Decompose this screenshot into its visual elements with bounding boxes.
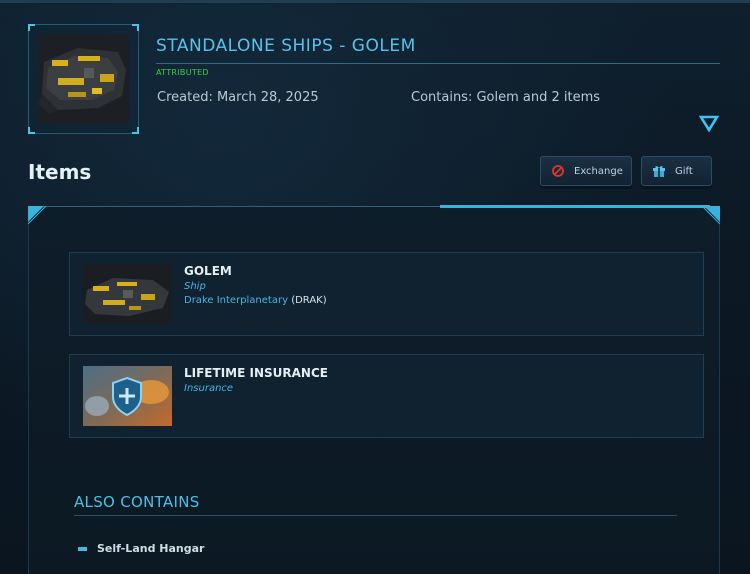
frame-corner	[132, 127, 139, 134]
pledge-thumbnail-frame	[28, 24, 139, 134]
pledge-title: STANDALONE SHIPS - GOLEM	[156, 36, 416, 56]
panel-corner-left	[28, 206, 47, 225]
top-divider	[0, 0, 750, 3]
exchange-button[interactable]: Exchange	[540, 156, 632, 186]
item-thumbnail	[83, 264, 172, 324]
insurance-shield-image	[83, 366, 172, 426]
manufacturer-code: (DRAK)	[291, 295, 327, 306]
frame-corner	[28, 24, 35, 31]
gift-box-icon	[653, 166, 665, 177]
attributed-status-badge: ATTRIBUTED	[156, 68, 209, 77]
frame-corner	[132, 24, 139, 31]
item-manufacturer: Drake Interplanetary (DRAK)	[184, 295, 327, 306]
bullet-icon	[78, 546, 87, 551]
gift-label: Gift	[675, 165, 693, 177]
items-panel: GOLEM Ship Drake Interplanetary (DRAK) L…	[28, 205, 720, 574]
panel-accent-bar	[440, 205, 710, 208]
item-type: Insurance	[184, 383, 234, 394]
title-divider	[156, 63, 720, 64]
pledge-thumbnail[interactable]	[38, 34, 129, 124]
contains-summary: Contains: Golem and 2 items	[411, 90, 601, 105]
items-heading: Items	[28, 160, 92, 184]
golem-ship-thumbnail	[83, 264, 172, 324]
also-contains-item: Self-Land Hangar	[78, 542, 204, 555]
item-thumbnail	[83, 366, 172, 426]
manufacturer-name: Drake Interplanetary	[184, 295, 288, 306]
also-contains-divider	[74, 515, 677, 516]
item-type: Ship	[184, 281, 206, 292]
also-contains-label: Self-Land Hangar	[97, 542, 205, 555]
panel-corner-right	[701, 206, 720, 225]
chevron-down-triangle-icon[interactable]	[699, 113, 719, 133]
also-contains-title: ALSO CONTAINS	[74, 493, 200, 511]
no-entry-icon	[552, 165, 564, 177]
frame-corner	[28, 127, 35, 134]
item-card-lifetime-insurance[interactable]: LIFETIME INSURANCE Insurance	[69, 354, 704, 438]
item-card-golem[interactable]: GOLEM Ship Drake Interplanetary (DRAK)	[69, 252, 704, 336]
exchange-label: Exchange	[574, 165, 623, 177]
golem-ship-image	[38, 34, 129, 124]
gift-button[interactable]: Gift	[641, 156, 712, 186]
item-name: LIFETIME INSURANCE	[184, 366, 328, 380]
created-date: Created: March 28, 2025	[157, 90, 319, 105]
item-name: GOLEM	[184, 264, 232, 278]
